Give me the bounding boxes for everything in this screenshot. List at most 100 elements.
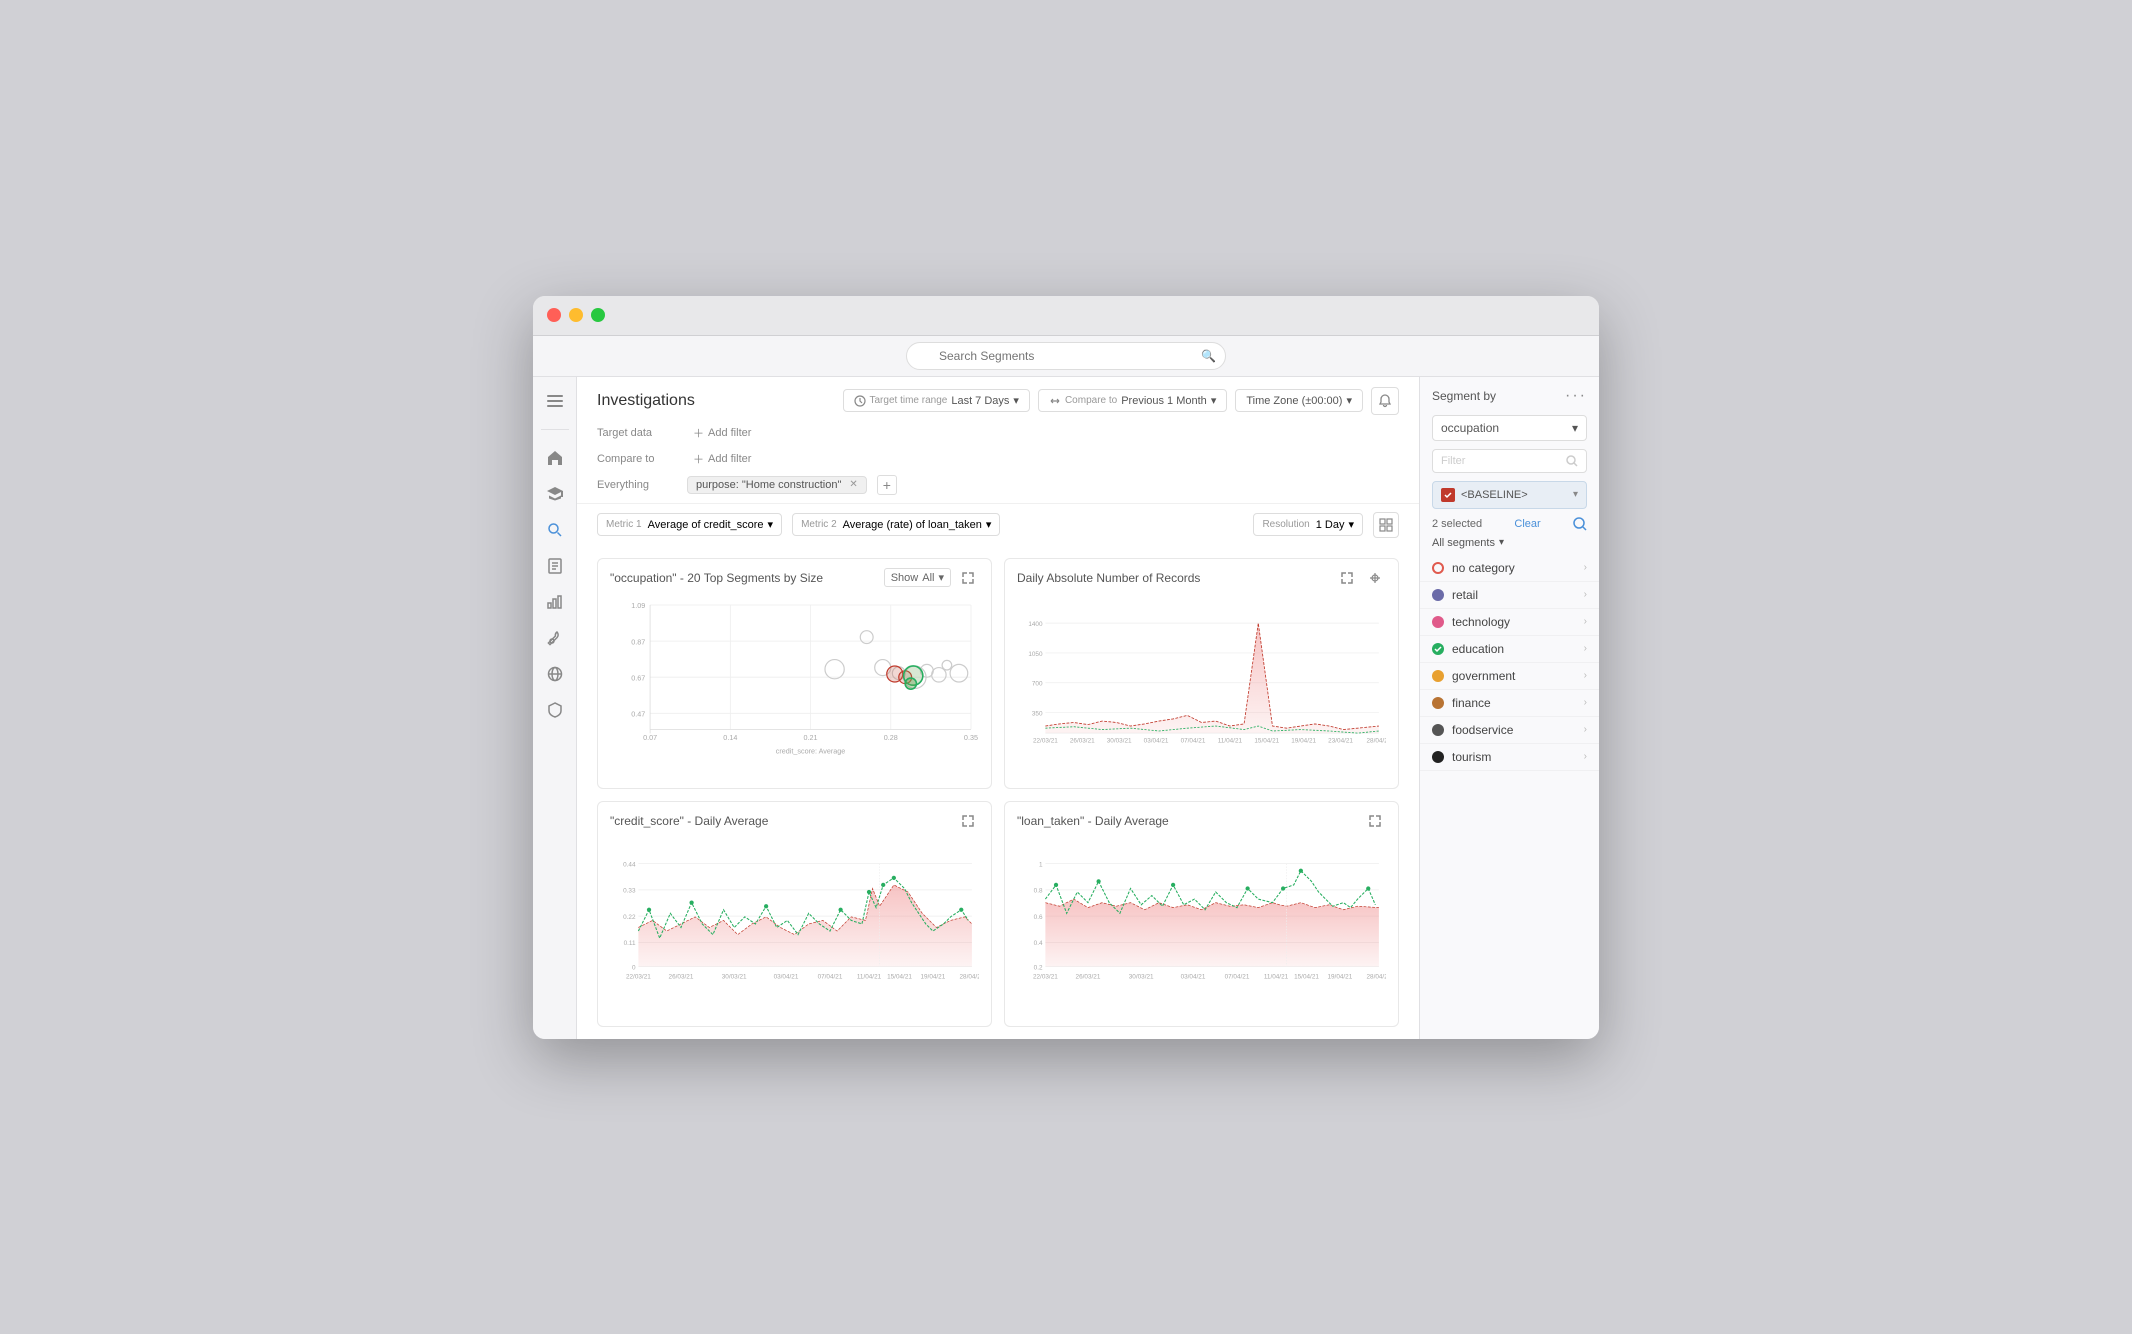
sidebar-item-menu[interactable] [539, 385, 571, 417]
credit-expand-button[interactable] [957, 810, 979, 832]
svg-text:15/04/21: 15/04/21 [1294, 973, 1319, 980]
svg-text:26/03/21: 26/03/21 [669, 973, 694, 980]
segment-item-left: technology [1432, 615, 1510, 629]
filter-search-box[interactable]: Filter [1432, 449, 1587, 473]
segment-item-education[interactable]: education › [1420, 636, 1599, 663]
loan-chart-card: "loan_taken" - Daily Average [1004, 801, 1399, 1027]
time-range-value: Last 7 Days [951, 395, 1009, 407]
baseline-row[interactable]: <BASELINE> ▾ [1432, 481, 1587, 509]
svg-text:credit_score: Average: credit_score: Average [776, 746, 846, 755]
segment-item-tourism[interactable]: tourism › [1420, 744, 1599, 771]
svg-text:0.33: 0.33 [623, 887, 636, 894]
resolution-select[interactable]: Resolution 1 Day ▾ [1253, 513, 1363, 536]
segment-item-left: government [1432, 669, 1515, 683]
filter-search-icon [1566, 455, 1578, 467]
segment-item-finance[interactable]: finance › [1420, 690, 1599, 717]
svg-text:11/04/21: 11/04/21 [1218, 737, 1243, 744]
svg-text:07/04/21: 07/04/21 [1225, 973, 1250, 980]
segment-item-left: retail [1432, 588, 1478, 602]
sidebar-item-learn[interactable] [539, 478, 571, 510]
minimize-button[interactable] [569, 308, 583, 322]
close-button[interactable] [547, 308, 561, 322]
svg-text:0.6: 0.6 [1034, 913, 1043, 920]
segment-item-foodservice[interactable]: foodservice › [1420, 717, 1599, 744]
svg-text:0.28: 0.28 [884, 732, 898, 741]
segment-item-technology[interactable]: technology › [1420, 609, 1599, 636]
segment-by-value: occupation [1441, 421, 1499, 435]
svg-text:700: 700 [1032, 680, 1043, 687]
scatter-expand-button[interactable] [957, 567, 979, 589]
loan-chart-header: "loan_taken" - Daily Average [1005, 802, 1398, 840]
svg-text:1050: 1050 [1028, 650, 1043, 657]
segment-chevron-icon: › [1584, 751, 1587, 762]
records-chart-actions [1336, 567, 1386, 589]
metric1-select[interactable]: Metric 1 Average of credit_score ▾ [597, 513, 782, 536]
baseline-checkbox[interactable] [1441, 488, 1455, 502]
sidebar-item-globe[interactable] [539, 658, 571, 690]
filter-tag-remove[interactable]: ✕ [849, 479, 857, 490]
credit-chart-header: "credit_score" - Daily Average [598, 802, 991, 840]
svg-text:26/03/21: 26/03/21 [1070, 737, 1095, 744]
sidebar-item-reports[interactable] [539, 550, 571, 582]
records-expand-button[interactable] [1336, 567, 1358, 589]
filter-tag[interactable]: purpose: "Home construction" ✕ [687, 476, 867, 494]
segment-item-government[interactable]: government › [1420, 663, 1599, 690]
scatter-chart-svg: 1.09 0.87 0.67 0.47 0.07 0.14 0.21 0.28 … [610, 597, 979, 757]
sidebar-item-tools[interactable] [539, 622, 571, 654]
notifications-button[interactable] [1371, 387, 1399, 415]
sidebar-item-shield[interactable] [539, 694, 571, 726]
records-chart-title: Daily Absolute Number of Records [1017, 571, 1200, 585]
segment-name: education [1452, 642, 1504, 656]
sidebar-item-search[interactable] [539, 514, 571, 546]
baseline-left: <BASELINE> [1441, 488, 1528, 502]
loan-chart-body: 1 0.8 0.6 0.4 0.2 [1005, 840, 1398, 1026]
target-data-row: Target data ＋ Add filter [597, 423, 1399, 443]
segment-chevron-icon: › [1584, 670, 1587, 681]
records-chart-header: Daily Absolute Number of Records [1005, 559, 1398, 597]
svg-text:0.67: 0.67 [631, 673, 645, 682]
all-segments-toggle[interactable]: All segments ▾ [1432, 537, 1587, 549]
grid-button[interactable] [1373, 512, 1399, 538]
svg-text:19/04/21: 19/04/21 [920, 973, 945, 980]
header-controls: Target time range Last 7 Days ▾ Compare … [843, 387, 1400, 415]
main-content: Investigations Target time range Last 7 … [577, 377, 1419, 1039]
sidebar-item-analytics[interactable] [539, 586, 571, 618]
timezone-button[interactable]: Time Zone (±00:00) ▾ [1235, 389, 1363, 412]
search-segments-icon[interactable] [1573, 517, 1587, 531]
right-panel: Segment by ··· occupation ▾ Filter [1419, 377, 1599, 1039]
credit-chart-title: "credit_score" - Daily Average [610, 814, 768, 828]
page-title: Investigations [597, 392, 695, 410]
svg-text:22/03/21: 22/03/21 [1033, 737, 1058, 744]
panel-title: Segment by [1432, 389, 1496, 403]
add-filter-compare-button[interactable]: ＋ Add filter [687, 449, 757, 469]
maximize-button[interactable] [591, 308, 605, 322]
compare-to-button[interactable]: Compare to Previous 1 Month ▾ [1038, 389, 1227, 412]
panel-more-button[interactable]: ··· [1565, 387, 1587, 405]
metric2-select[interactable]: Metric 2 Average (rate) of loan_taken ▾ [792, 513, 1000, 536]
segment-by-select[interactable]: occupation ▾ [1432, 415, 1587, 441]
svg-text:1.09: 1.09 [631, 601, 645, 610]
all-segments-label: All segments [1432, 537, 1495, 549]
segment-item-retail[interactable]: retail › [1420, 582, 1599, 609]
compare-to-row: Compare to ＋ Add filter [597, 449, 1399, 469]
segment-item-no-category[interactable]: no category › [1420, 555, 1599, 582]
loan-chart-title: "loan_taken" - Daily Average [1017, 814, 1169, 828]
segment-chevron-icon: › [1584, 724, 1587, 735]
selected-count: 2 selected [1432, 518, 1482, 530]
loan-expand-button[interactable] [1364, 810, 1386, 832]
filter-placeholder: Filter [1441, 455, 1465, 467]
segment-item-left: foodservice [1432, 723, 1513, 737]
filter-add-plus[interactable]: + [877, 475, 897, 495]
records-crosshair-button[interactable] [1364, 567, 1386, 589]
add-filter-target-button[interactable]: ＋ Add filter [687, 423, 757, 443]
svg-text:0.14: 0.14 [723, 732, 737, 741]
credit-chart-actions [957, 810, 979, 832]
clear-button[interactable]: Clear [1514, 518, 1540, 530]
search-wrapper: 🔍 [906, 342, 1226, 370]
search-input[interactable] [906, 342, 1226, 370]
time-range-button[interactable]: Target time range Last 7 Days ▾ [843, 389, 1030, 412]
sidebar-item-home[interactable] [539, 442, 571, 474]
scatter-show-select[interactable]: Show All ▾ [884, 568, 951, 587]
svg-text:22/03/21: 22/03/21 [1033, 973, 1058, 980]
everything-row: Everything purpose: "Home construction" … [597, 475, 1399, 495]
